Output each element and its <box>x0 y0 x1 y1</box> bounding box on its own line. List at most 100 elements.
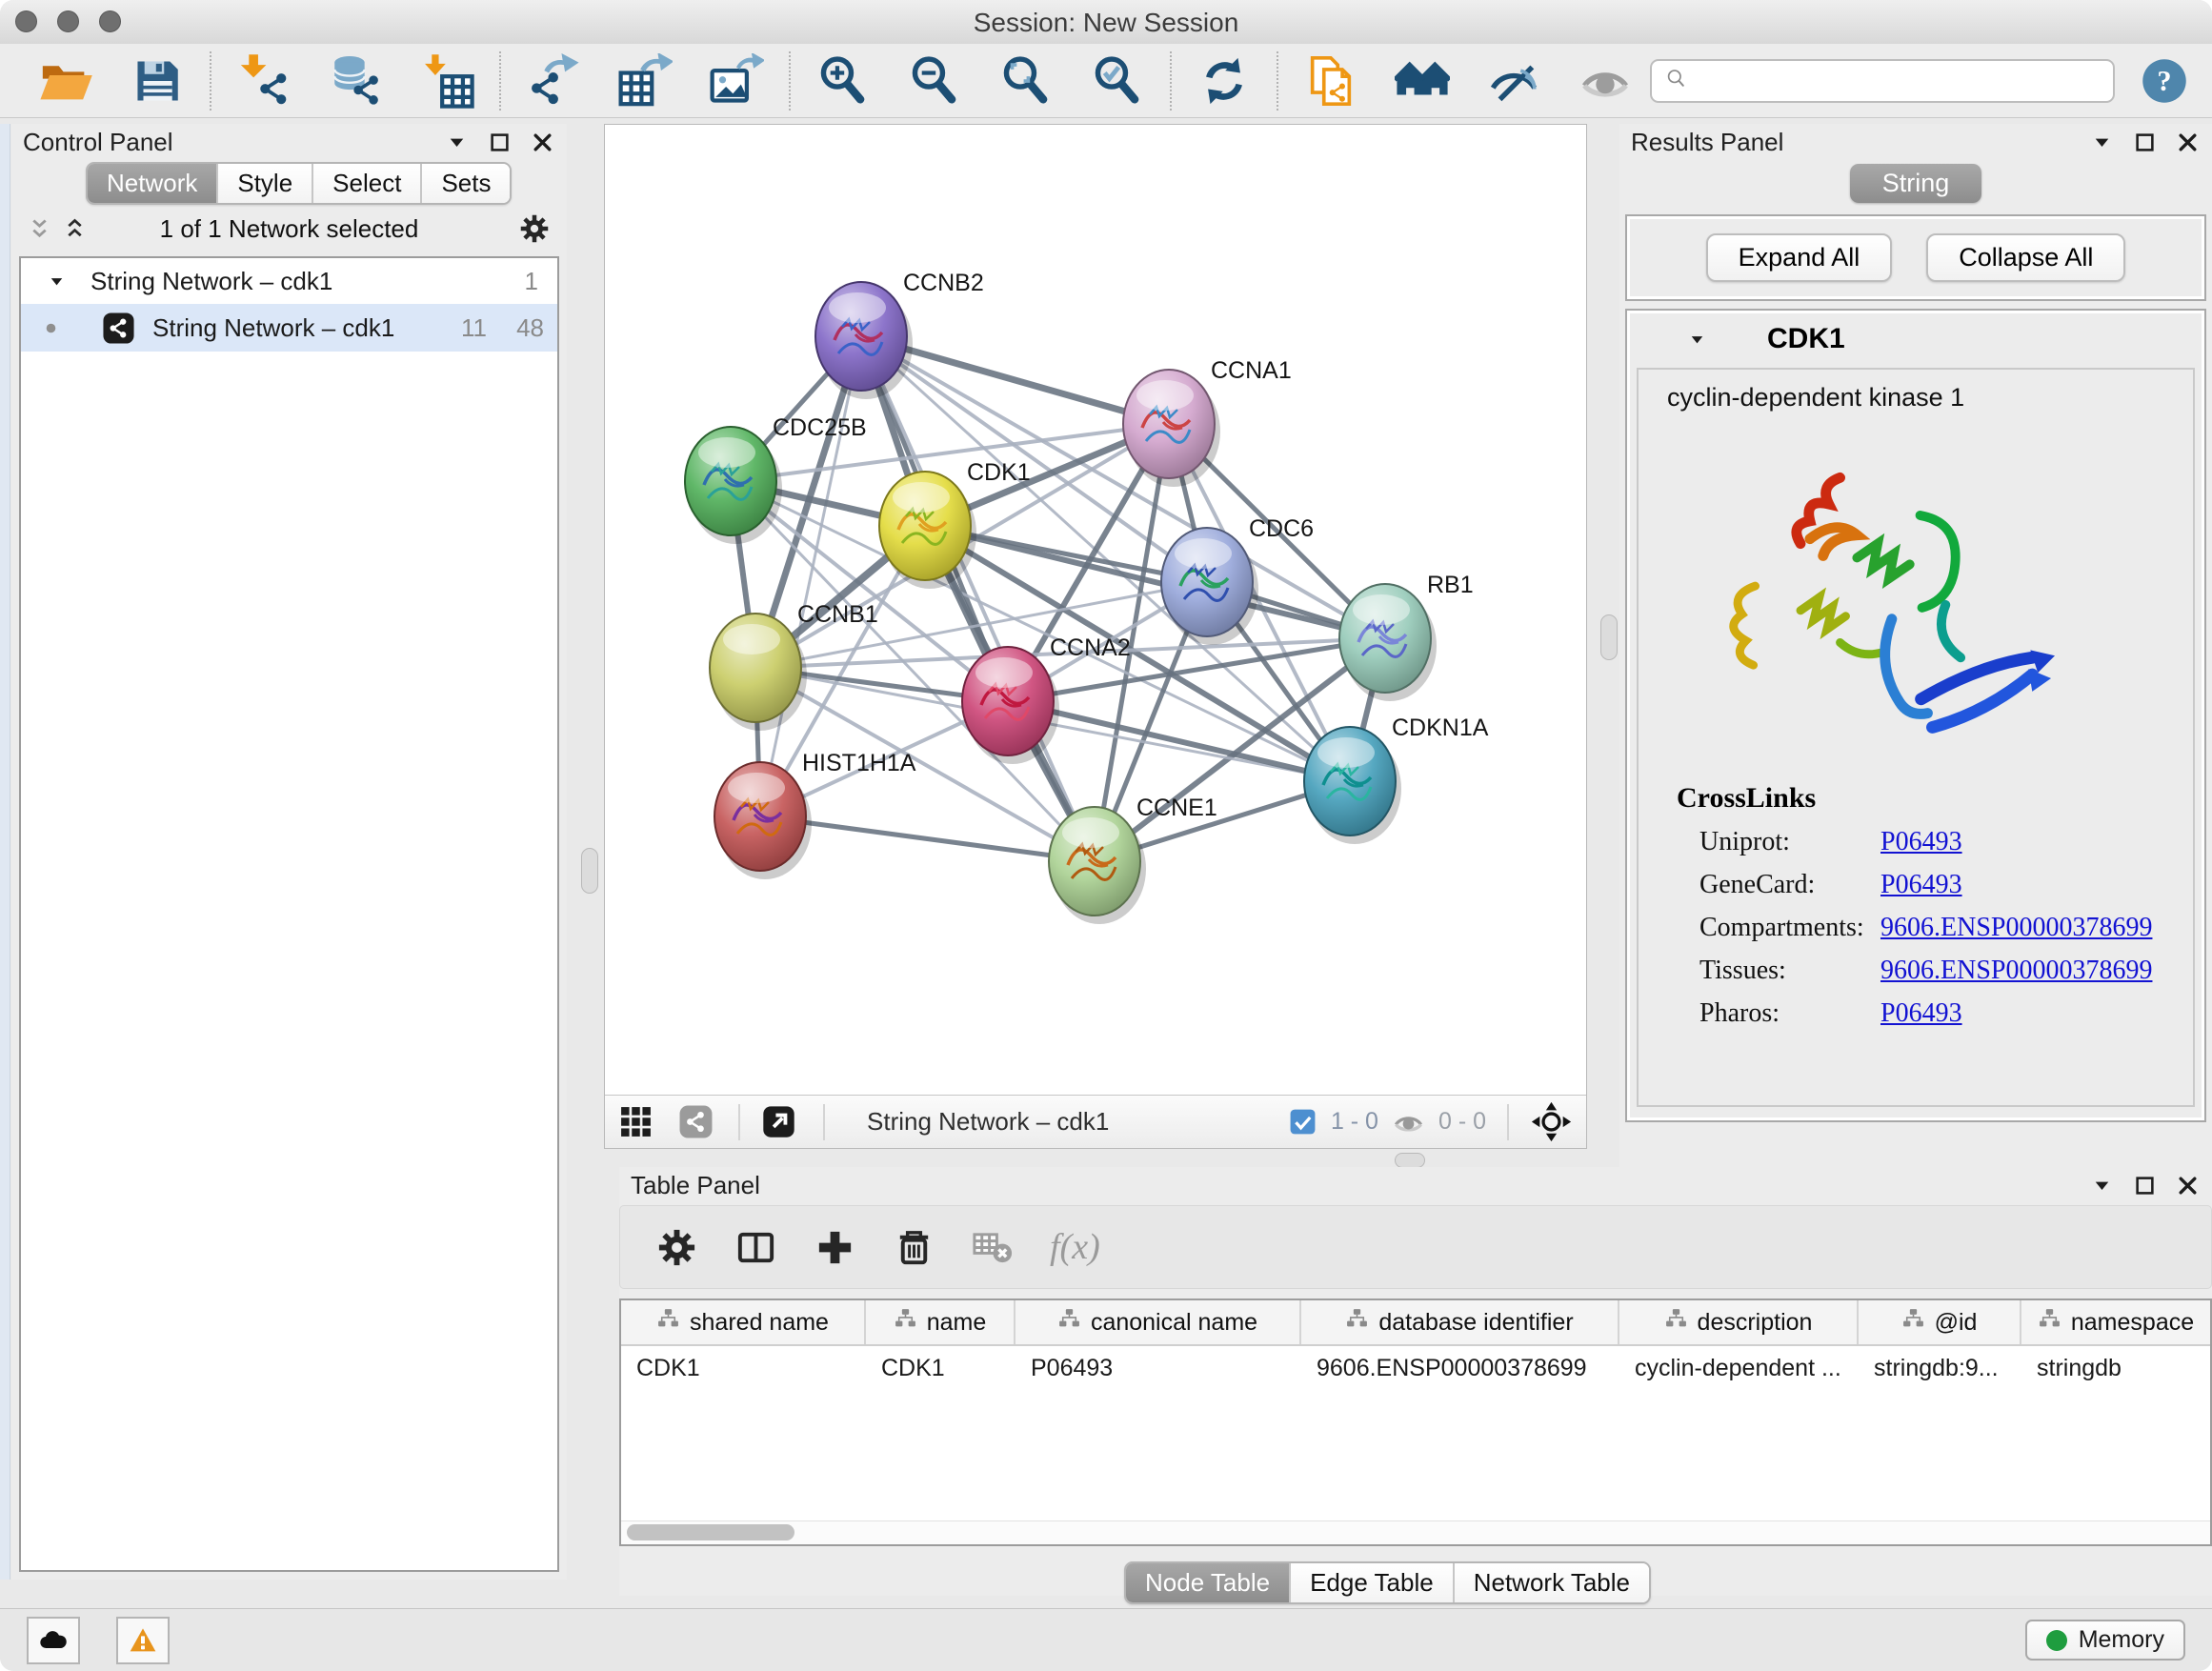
table-options-gear-icon[interactable] <box>654 1225 699 1270</box>
results-panel-float-icon[interactable] <box>2132 130 2158 155</box>
tab-select[interactable]: Select <box>313 164 422 203</box>
search-input[interactable] <box>1697 66 2101 95</box>
results-panel-close-icon[interactable] <box>2175 130 2201 155</box>
delete-column-icon[interactable] <box>892 1225 936 1270</box>
memory-button[interactable]: Memory <box>2025 1620 2185 1661</box>
control-panel-menu-icon[interactable] <box>444 130 470 155</box>
import-table-button[interactable] <box>417 51 476 111</box>
edge-CCNB2-HIST1H1A[interactable] <box>760 336 861 816</box>
collapse-all-button[interactable]: Collapse All <box>1926 233 2125 282</box>
tab-network[interactable]: Network <box>88 164 218 203</box>
crosslink-link[interactable]: P06493 <box>1880 827 1962 857</box>
scrollbar-thumb[interactable] <box>627 1524 794 1540</box>
status-bar: Memory <box>0 1608 2212 1671</box>
node-CCNB1[interactable]: CCNB1 <box>710 601 878 731</box>
export-image-button[interactable] <box>707 51 766 111</box>
column-header-@id[interactable]: @id <box>1859 1300 2021 1344</box>
column-header-namespace[interactable]: namespace <box>2021 1300 2212 1344</box>
node-CCNE1[interactable]: CCNE1 <box>1049 795 1217 924</box>
network-birdseye-icon[interactable] <box>678 1104 714 1139</box>
crosslink-link[interactable]: P06493 <box>1880 998 1962 1029</box>
hierarchy-icon <box>1664 1307 1688 1338</box>
network-canvas[interactable]: CCNB2 CCNA1 CDC25B <box>605 125 1586 1094</box>
left-splitter-handle[interactable] <box>581 848 598 894</box>
import-network-from-file-button[interactable] <box>234 51 293 111</box>
section-collapse-icon[interactable] <box>1686 329 1708 351</box>
tab-string[interactable]: String <box>1850 164 1982 203</box>
network-row-selected[interactable]: String Network – cdk1 11 48 <box>21 304 557 352</box>
crosslink-link[interactable]: 9606.ENSP00000378699 <box>1880 913 2152 943</box>
table-row[interactable]: CDK1CDK1P064939606.ENSP00000378699cyclin… <box>621 1346 2210 1390</box>
bottom-splitter-handle[interactable] <box>1395 1153 1425 1168</box>
export-network-button[interactable] <box>524 51 583 111</box>
zoom-fit-button[interactable] <box>996 51 1056 111</box>
node-count: 11 <box>437 313 487 343</box>
apply-preferred-layout-button[interactable] <box>1195 51 1254 111</box>
search-icon <box>1663 66 1689 96</box>
node-RB1[interactable]: RB1 <box>1339 572 1474 701</box>
hierarchy-icon <box>1901 1307 1925 1338</box>
fit-content-crosshair-icon[interactable] <box>1530 1100 1573 1143</box>
app-window: Session: New Session ? Control Panel Net… <box>0 0 2212 1671</box>
crosslink-link[interactable]: 9606.ENSP00000378699 <box>1880 956 2152 986</box>
zoom-out-button[interactable] <box>905 51 964 111</box>
table-panel-float-icon[interactable] <box>2132 1173 2158 1198</box>
network-collection-row[interactable]: String Network – cdk1 1 <box>21 258 557 304</box>
selected-count-checkbox[interactable] <box>1288 1107 1317 1137</box>
crosslink-row: Pharos:P06493 <box>1699 998 2193 1029</box>
node-CDK1[interactable]: CDK1 <box>879 459 1031 589</box>
network-grid-view-icon[interactable] <box>618 1104 654 1139</box>
table-horizontal-scrollbar[interactable] <box>621 1520 2210 1544</box>
zoom-in-button[interactable] <box>814 51 873 111</box>
node-CDC25B[interactable]: CDC25B <box>685 414 867 544</box>
first-neighbors-button[interactable] <box>1393 51 1452 111</box>
cloud-button[interactable] <box>27 1617 80 1664</box>
node-HIST1H1A[interactable]: HIST1H1A <box>714 750 916 879</box>
gene-section-header[interactable]: CDK1 <box>1627 311 2204 368</box>
help-button[interactable]: ? <box>2140 56 2189 106</box>
tab-network-table[interactable]: Network Table <box>1455 1563 1649 1602</box>
add-column-icon[interactable] <box>813 1225 857 1270</box>
table-tabs: Node TableEdge TableNetwork Table <box>1124 1561 1651 1604</box>
hierarchy-icon <box>656 1307 680 1338</box>
collection-expand-icon[interactable] <box>46 271 68 292</box>
tab-sets[interactable]: Sets <box>422 164 510 203</box>
column-header-canonical-name[interactable]: canonical name <box>1016 1300 1301 1344</box>
warnings-button[interactable] <box>116 1617 170 1664</box>
crosslink-link[interactable]: P06493 <box>1880 870 1962 900</box>
hide-selected-button[interactable] <box>1484 51 1543 111</box>
collection-count: 1 <box>525 267 538 296</box>
right-splitter-handle[interactable] <box>1600 614 1618 660</box>
cloud-icon <box>38 1625 69 1656</box>
tab-node-table[interactable]: Node Table <box>1126 1563 1291 1602</box>
node-CDC6[interactable]: CDC6 <box>1161 515 1314 645</box>
results-panel-menu-icon[interactable] <box>2089 130 2115 155</box>
network-options-gear-icon[interactable] <box>517 211 552 246</box>
column-header-database-identifier[interactable]: database identifier <box>1301 1300 1619 1344</box>
node-CCNB2[interactable]: CCNB2 <box>815 270 984 399</box>
expand-all-button[interactable]: Expand All <box>1706 233 1893 282</box>
detach-view-icon[interactable] <box>761 1104 796 1139</box>
duplicate-network-button[interactable] <box>1301 51 1360 111</box>
table-panel-close-icon[interactable] <box>2175 1173 2201 1198</box>
column-header-shared-name[interactable]: shared name <box>621 1300 866 1344</box>
export-table-button[interactable] <box>615 51 674 111</box>
zoom-selected-button[interactable] <box>1088 51 1147 111</box>
save-session-button[interactable] <box>128 51 187 111</box>
node-CDKN1A[interactable]: CDKN1A <box>1304 715 1489 844</box>
crosslinks-list: Uniprot:P06493GeneCard:P06493Compartment… <box>1639 827 2193 1029</box>
column-header-description[interactable]: description <box>1619 1300 1859 1344</box>
results-panel-title: Results Panel <box>1631 128 1783 157</box>
control-panel-close-icon[interactable] <box>530 130 555 155</box>
table-panel-menu-icon[interactable] <box>2089 1173 2115 1198</box>
import-network-from-database-button[interactable] <box>326 51 385 111</box>
control-panel-float-icon[interactable] <box>487 130 513 155</box>
node-CCNA1[interactable]: CCNA1 <box>1123 357 1292 487</box>
control-panel-title: Control Panel <box>23 128 173 157</box>
column-header-name[interactable]: name <box>866 1300 1016 1344</box>
open-session-button[interactable] <box>36 51 95 111</box>
tab-edge-table[interactable]: Edge Table <box>1291 1563 1455 1602</box>
show-columns-icon[interactable] <box>734 1225 778 1270</box>
tab-style[interactable]: Style <box>218 164 313 203</box>
edge-CCNB2-CCNE1[interactable] <box>861 336 1095 861</box>
